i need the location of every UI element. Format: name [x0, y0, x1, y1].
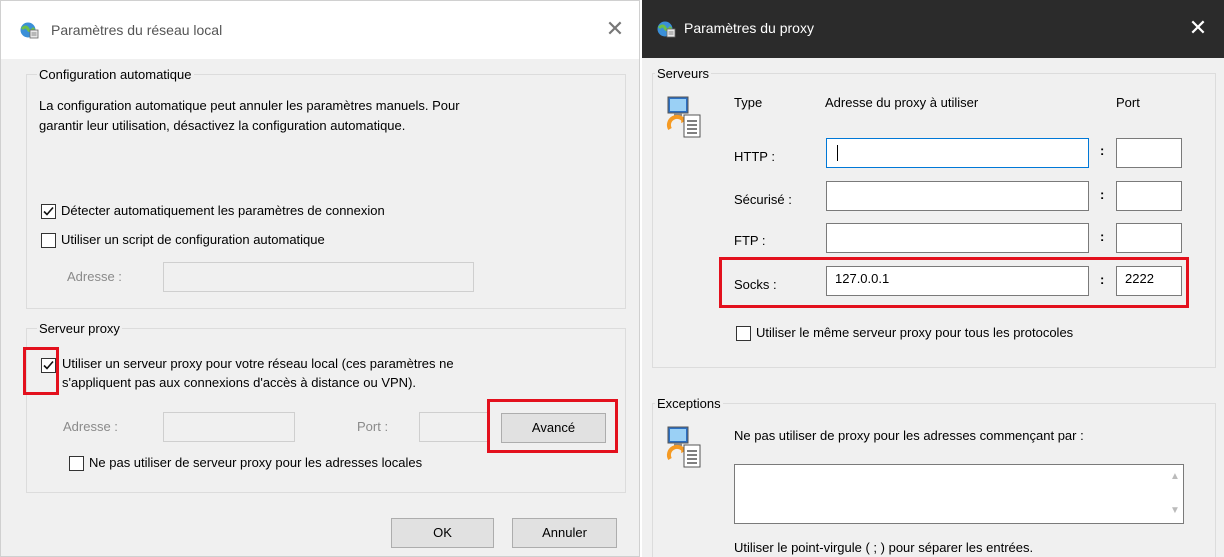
http-type-label: HTTP :	[734, 149, 775, 164]
lan-dialog-title: Paramètres du réseau local	[51, 22, 223, 38]
ftp-type-label: FTP :	[734, 233, 766, 248]
ftp-address-input[interactable]	[826, 223, 1089, 253]
exceptions-description: Ne pas utiliser de proxy pour les adress…	[734, 428, 1084, 443]
ok-button[interactable]: OK	[391, 518, 494, 548]
col-port-header: Port	[1116, 95, 1140, 110]
proxy-settings-dialog: Paramètres du proxy ✕ Serveurs Type Adre…	[642, 0, 1224, 557]
text-caret	[837, 145, 838, 161]
proxy-server-legend: Serveur proxy	[39, 321, 120, 336]
secure-colon: :	[1100, 187, 1105, 202]
detect-settings-label[interactable]: Détecter automatiquement les paramètres …	[61, 203, 385, 218]
auto-script-checkbox[interactable]	[41, 233, 56, 248]
lan-titlebar: Paramètres du réseau local ✕	[1, 1, 639, 59]
auto-config-legend: Configuration automatique	[39, 67, 192, 82]
secure-type-label: Sécurisé :	[734, 192, 792, 207]
socks-colon: :	[1100, 272, 1105, 287]
use-proxy-label-line1[interactable]: Utiliser un serveur proxy pour votre rés…	[62, 356, 454, 371]
lan-settings-dialog: Paramètres du réseau local ✕ Configurati…	[0, 0, 640, 557]
proxy-dialog-title: Paramètres du proxy	[684, 20, 814, 36]
exceptions-hint: Utiliser le point-virgule ( ; ) pour sép…	[734, 540, 1034, 555]
exceptions-scrollbar[interactable]: ▲ ▼	[1166, 465, 1183, 523]
auto-config-description-line2: garantir leur utilisation, désactivez la…	[39, 118, 406, 133]
same-proxy-label[interactable]: Utiliser le même serveur proxy pour tous…	[756, 325, 1073, 340]
col-type-header: Type	[734, 95, 763, 110]
socks-address-input[interactable]: 127.0.0.1	[826, 266, 1089, 296]
scroll-up-icon[interactable]: ▲	[1170, 471, 1180, 482]
proxy-address-input[interactable]	[163, 412, 295, 442]
col-address-header: Adresse du proxy à utiliser	[825, 95, 979, 110]
use-proxy-label-line2[interactable]: s'appliquent pas aux connexions d'accès …	[62, 375, 416, 390]
http-port-input[interactable]	[1116, 138, 1182, 168]
proxy-computer-icon	[666, 96, 701, 138]
servers-group: Serveurs	[652, 66, 1216, 368]
use-proxy-checkbox[interactable]	[41, 358, 56, 373]
socks-port-input[interactable]: 2222	[1116, 266, 1182, 296]
scroll-down-icon[interactable]: ▼	[1170, 505, 1180, 516]
proxy-port-label: Port :	[357, 419, 389, 434]
secure-port-input[interactable]	[1116, 181, 1182, 211]
auto-config-description-line1: La configuration automatique peut annule…	[39, 98, 460, 113]
same-proxy-checkbox[interactable]	[736, 326, 751, 341]
network-globe-icon	[20, 22, 39, 39]
checkmark-icon	[43, 206, 54, 216]
cancel-button[interactable]: Annuler	[512, 518, 617, 548]
checkmark-icon	[43, 360, 54, 370]
proxy-titlebar: Paramètres du proxy ✕	[642, 0, 1224, 58]
servers-legend: Serveurs	[657, 66, 710, 81]
network-globe-icon	[657, 21, 676, 38]
advanced-button[interactable]: Avancé	[501, 413, 606, 443]
auto-script-address-input[interactable]	[163, 262, 474, 292]
auto-script-label[interactable]: Utiliser un script de configuration auto…	[61, 232, 325, 247]
socks-type-label: Socks :	[734, 277, 777, 292]
proxy-close-button[interactable]: ✕	[1184, 14, 1212, 42]
secure-address-input[interactable]	[826, 181, 1089, 211]
proxy-address-label: Adresse :	[63, 419, 118, 434]
proxy-port-input[interactable]	[419, 412, 489, 442]
bypass-local-label[interactable]: Ne pas utiliser de serveur proxy pour le…	[89, 455, 422, 470]
auto-script-address-label: Adresse :	[67, 269, 122, 284]
http-address-input[interactable]	[826, 138, 1089, 168]
lan-close-button[interactable]: ✕	[601, 15, 629, 43]
ftp-port-input[interactable]	[1116, 223, 1182, 253]
exceptions-textarea[interactable]: ▲ ▼	[734, 464, 1184, 524]
exceptions-computer-icon	[666, 426, 701, 468]
http-colon: :	[1100, 143, 1105, 158]
detect-settings-checkbox[interactable]	[41, 204, 56, 219]
exceptions-legend: Exceptions	[657, 396, 721, 411]
ftp-colon: :	[1100, 229, 1105, 244]
bypass-local-checkbox[interactable]	[69, 456, 84, 471]
